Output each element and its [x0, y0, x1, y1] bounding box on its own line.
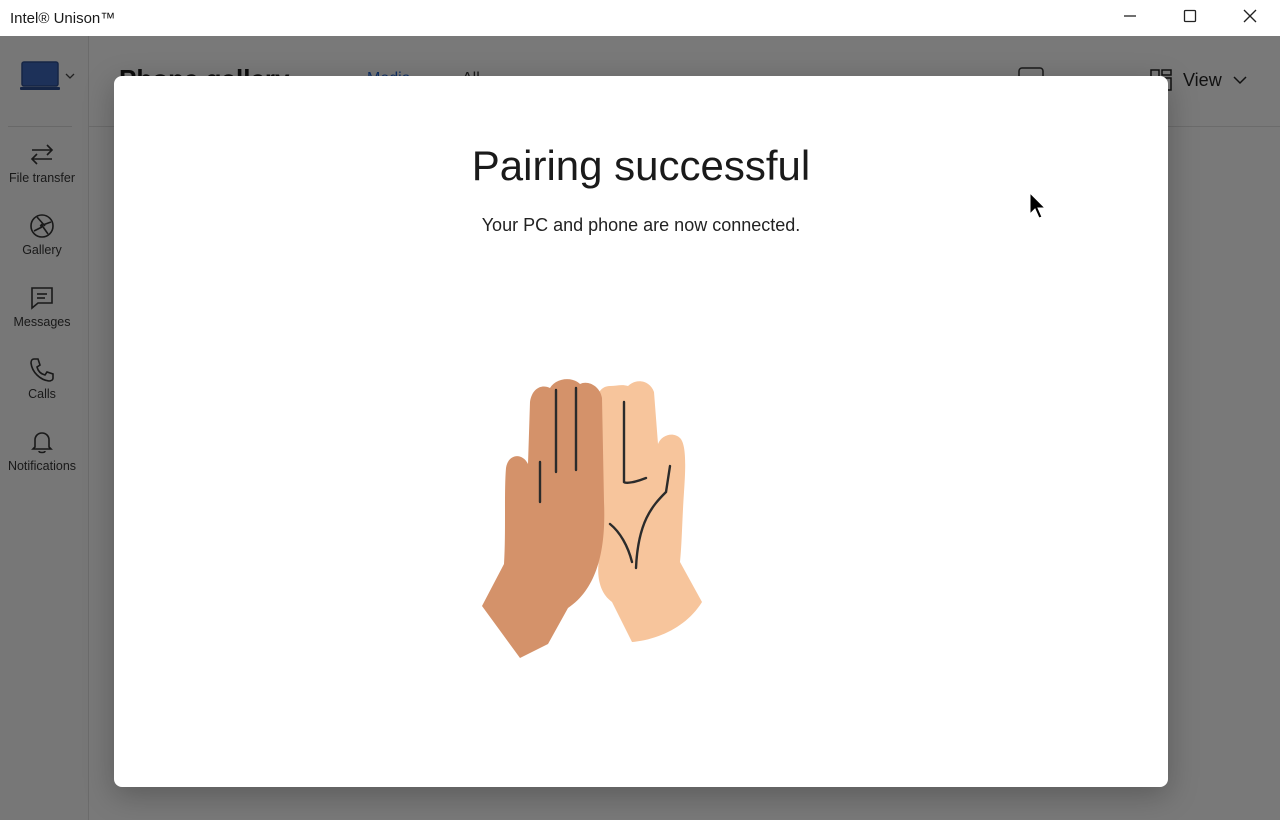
dark-hand — [482, 379, 605, 658]
close-button[interactable] — [1220, 0, 1280, 32]
minimize-icon — [1124, 15, 1136, 17]
close-icon — [1243, 9, 1257, 23]
window-title: Intel® Unison™ — [10, 9, 116, 27]
dialog-subtitle: Your PC and phone are now connected. — [481, 215, 801, 235]
mouse-cursor-icon — [1029, 192, 1047, 219]
dialog-title: Pairing successful — [471, 142, 811, 189]
high-five-hands-illustration — [482, 379, 702, 658]
maximize-icon — [1183, 9, 1197, 23]
title-bar: Intel® Unison™ — [0, 0, 1280, 36]
window-controls — [1100, 0, 1280, 32]
minimize-button[interactable] — [1100, 0, 1160, 32]
maximize-button[interactable] — [1160, 0, 1220, 32]
light-hand — [594, 381, 702, 642]
pairing-dialog: Pairing successful Your PC and phone are… — [114, 76, 1168, 787]
